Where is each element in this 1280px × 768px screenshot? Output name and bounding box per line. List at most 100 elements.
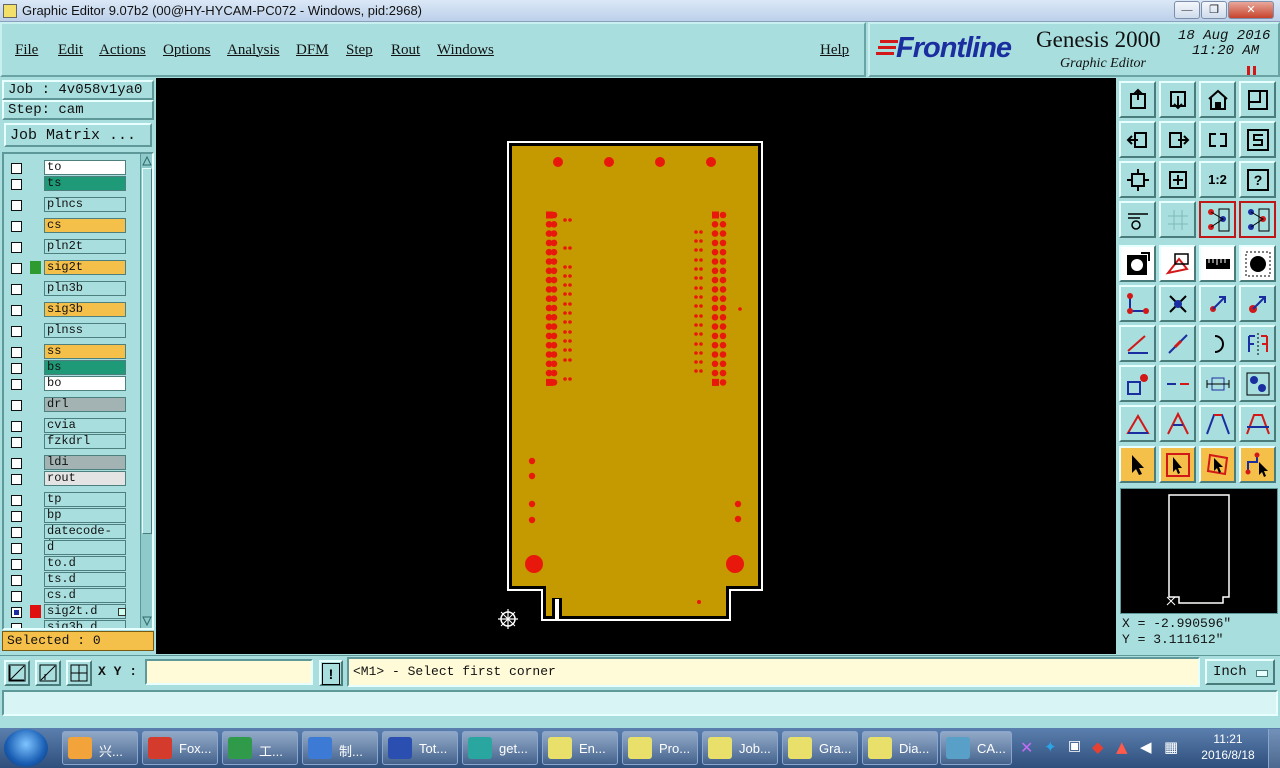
layer-visibility-checkbox[interactable] — [11, 363, 22, 374]
layer-visibility-checkbox[interactable] — [11, 179, 22, 190]
taskbar-item[interactable]: Job... — [702, 731, 778, 765]
mirror-icon[interactable] — [1239, 325, 1276, 362]
line-tool-icon[interactable] — [1159, 325, 1196, 362]
layer-row-ldi[interactable]: ldi — [6, 455, 126, 470]
taskbar-item[interactable]: 制... — [302, 731, 378, 765]
layer-visibility-checkbox[interactable] — [11, 591, 22, 602]
tray-bird-icon[interactable]: ✦ — [1044, 738, 1057, 756]
select-pointer-icon[interactable] — [1119, 446, 1156, 483]
layer-visibility-checkbox[interactable] — [11, 326, 22, 337]
zoom-window-icon[interactable] — [1239, 81, 1276, 118]
stretch-icon[interactable] — [1199, 365, 1236, 402]
group-icon[interactable] — [1239, 365, 1276, 402]
move-point-icon[interactable] — [1199, 285, 1236, 322]
alert-icon[interactable]: ! — [319, 660, 343, 686]
start-button[interactable] — [4, 729, 48, 767]
layer-visibility-checkbox[interactable] — [11, 347, 22, 358]
layer-row-cs-d[interactable]: cs.d — [6, 588, 126, 603]
scroll-down-icon[interactable] — [142, 614, 152, 627]
menu-dfm[interactable]: DFM — [296, 42, 329, 59]
netlist-top-icon[interactable] — [1199, 201, 1236, 238]
tray-monitor-icon[interactable]: ▣ — [1068, 738, 1081, 754]
arch-tool-icon[interactable] — [1239, 405, 1276, 442]
taskbar-item[interactable]: Tot... — [382, 731, 458, 765]
select-net-icon[interactable] — [1239, 446, 1276, 483]
job-matrix-button[interactable]: Job Matrix ... — [4, 123, 152, 147]
layer-row-sig2t[interactable]: sig2t — [6, 260, 126, 275]
close-button[interactable]: ✕ — [1228, 1, 1274, 19]
layer-display-color-swatch[interactable] — [30, 261, 41, 274]
xy-input[interactable] — [145, 659, 313, 685]
measure-tool-icon[interactable] — [1119, 201, 1156, 238]
break-line-icon[interactable] — [1159, 365, 1196, 402]
snap-mode-icon[interactable] — [4, 660, 30, 686]
layer-list-scrollbar[interactable] — [140, 154, 152, 628]
layer-visibility-checkbox[interactable] — [11, 421, 22, 432]
menu-options[interactable]: Options — [163, 42, 211, 59]
layer-visibility-checkbox[interactable] — [11, 200, 22, 211]
clock[interactable]: 11:21 2016/8/18 — [1194, 731, 1262, 765]
pan-left-icon[interactable] — [1119, 121, 1156, 158]
taskbar-item[interactable]: CA... — [940, 731, 1012, 765]
tray-network-icon[interactable]: ▦ — [1164, 738, 1178, 756]
triangle-tool-icon[interactable] — [1119, 405, 1156, 442]
angle-line-icon[interactable] — [1119, 325, 1156, 362]
menu-actions[interactable]: Actions — [99, 42, 146, 59]
netlist-bottom-icon[interactable] — [1239, 201, 1276, 238]
zoom-home-icon[interactable] — [1119, 81, 1156, 118]
layer-row-sig2t-d[interactable]: sig2t.d — [6, 604, 126, 619]
layer-row-rout[interactable]: rout — [6, 471, 126, 486]
scale-1-2-icon[interactable]: 1:2 — [1199, 161, 1236, 198]
arc-tool-icon[interactable] — [1199, 325, 1236, 362]
layer-visibility-checkbox[interactable] — [11, 163, 22, 174]
layer-row-bs[interactable]: bs — [6, 360, 126, 375]
layer-row-sig3b-d[interactable]: sig3b.d — [6, 620, 126, 628]
layer-row-to-d[interactable]: to.d — [6, 556, 126, 571]
connect-icon[interactable] — [1119, 285, 1156, 322]
pan-right-icon[interactable] — [1159, 121, 1196, 158]
tray-x-icon[interactable]: ✕ — [1020, 738, 1033, 757]
peak-tool-icon[interactable] — [1159, 405, 1196, 442]
layer-row-drl[interactable]: drl — [6, 397, 126, 412]
layer-visibility-checkbox[interactable] — [11, 458, 22, 469]
scroll-thumb[interactable] — [142, 168, 152, 534]
taskbar-item[interactable]: get... — [462, 731, 538, 765]
round-pad-icon[interactable] — [1239, 245, 1276, 282]
tray-flag-icon[interactable]: ▲ — [1116, 738, 1128, 756]
home-view-icon[interactable] — [1199, 81, 1236, 118]
snap-icon[interactable] — [1239, 121, 1276, 158]
layer-visibility-checkbox[interactable] — [11, 474, 22, 485]
taskbar-item[interactable]: 工... — [222, 731, 298, 765]
layer-visibility-checkbox[interactable] — [11, 400, 22, 411]
layer-visibility-checkbox[interactable] — [11, 242, 22, 253]
layer-visibility-checkbox[interactable] — [11, 305, 22, 316]
redraw-icon[interactable] — [1199, 121, 1236, 158]
layer-visibility-checkbox[interactable] — [11, 543, 22, 554]
units-select[interactable]: Inch — [1205, 659, 1275, 685]
zoom-fit-icon[interactable] — [1159, 81, 1196, 118]
taskbar-item[interactable]: Gra... — [782, 731, 858, 765]
layer-visibility-checkbox[interactable] — [11, 495, 22, 506]
layer-row-to[interactable]: to — [6, 160, 126, 175]
layer-row-pln3b[interactable]: pln3b — [6, 281, 126, 296]
layer-visibility-checkbox[interactable] — [11, 263, 22, 274]
layer-row-sig3b[interactable]: sig3b — [6, 302, 126, 317]
overview-map[interactable] — [1120, 488, 1278, 614]
zoom-out-icon[interactable] — [1159, 161, 1196, 198]
minimize-button[interactable]: — — [1174, 1, 1200, 19]
zoom-in-icon[interactable] — [1119, 161, 1156, 198]
layer-visibility-checkbox[interactable] — [11, 379, 22, 390]
layer-row-datecode-ts[interactable]: datecode-ts — [6, 524, 126, 551]
copy-point-icon[interactable] — [1239, 285, 1276, 322]
layer-visibility-checkbox[interactable] — [11, 623, 22, 628]
layer-visibility-checkbox[interactable] — [11, 221, 22, 232]
layer-row-pln2t[interactable]: pln2t — [6, 239, 126, 254]
grid-snap-icon[interactable] — [66, 660, 92, 686]
menu-file[interactable]: File — [15, 42, 38, 59]
tray-shield-icon[interactable]: ◆ — [1092, 738, 1104, 756]
layer-visibility-checkbox[interactable] — [11, 511, 22, 522]
layer-row-ts-d[interactable]: ts.d — [6, 572, 126, 587]
layer-row-ss[interactable]: ss — [6, 344, 126, 359]
menu-step[interactable]: Step — [346, 42, 373, 59]
menu-windows[interactable]: Windows — [437, 42, 494, 59]
